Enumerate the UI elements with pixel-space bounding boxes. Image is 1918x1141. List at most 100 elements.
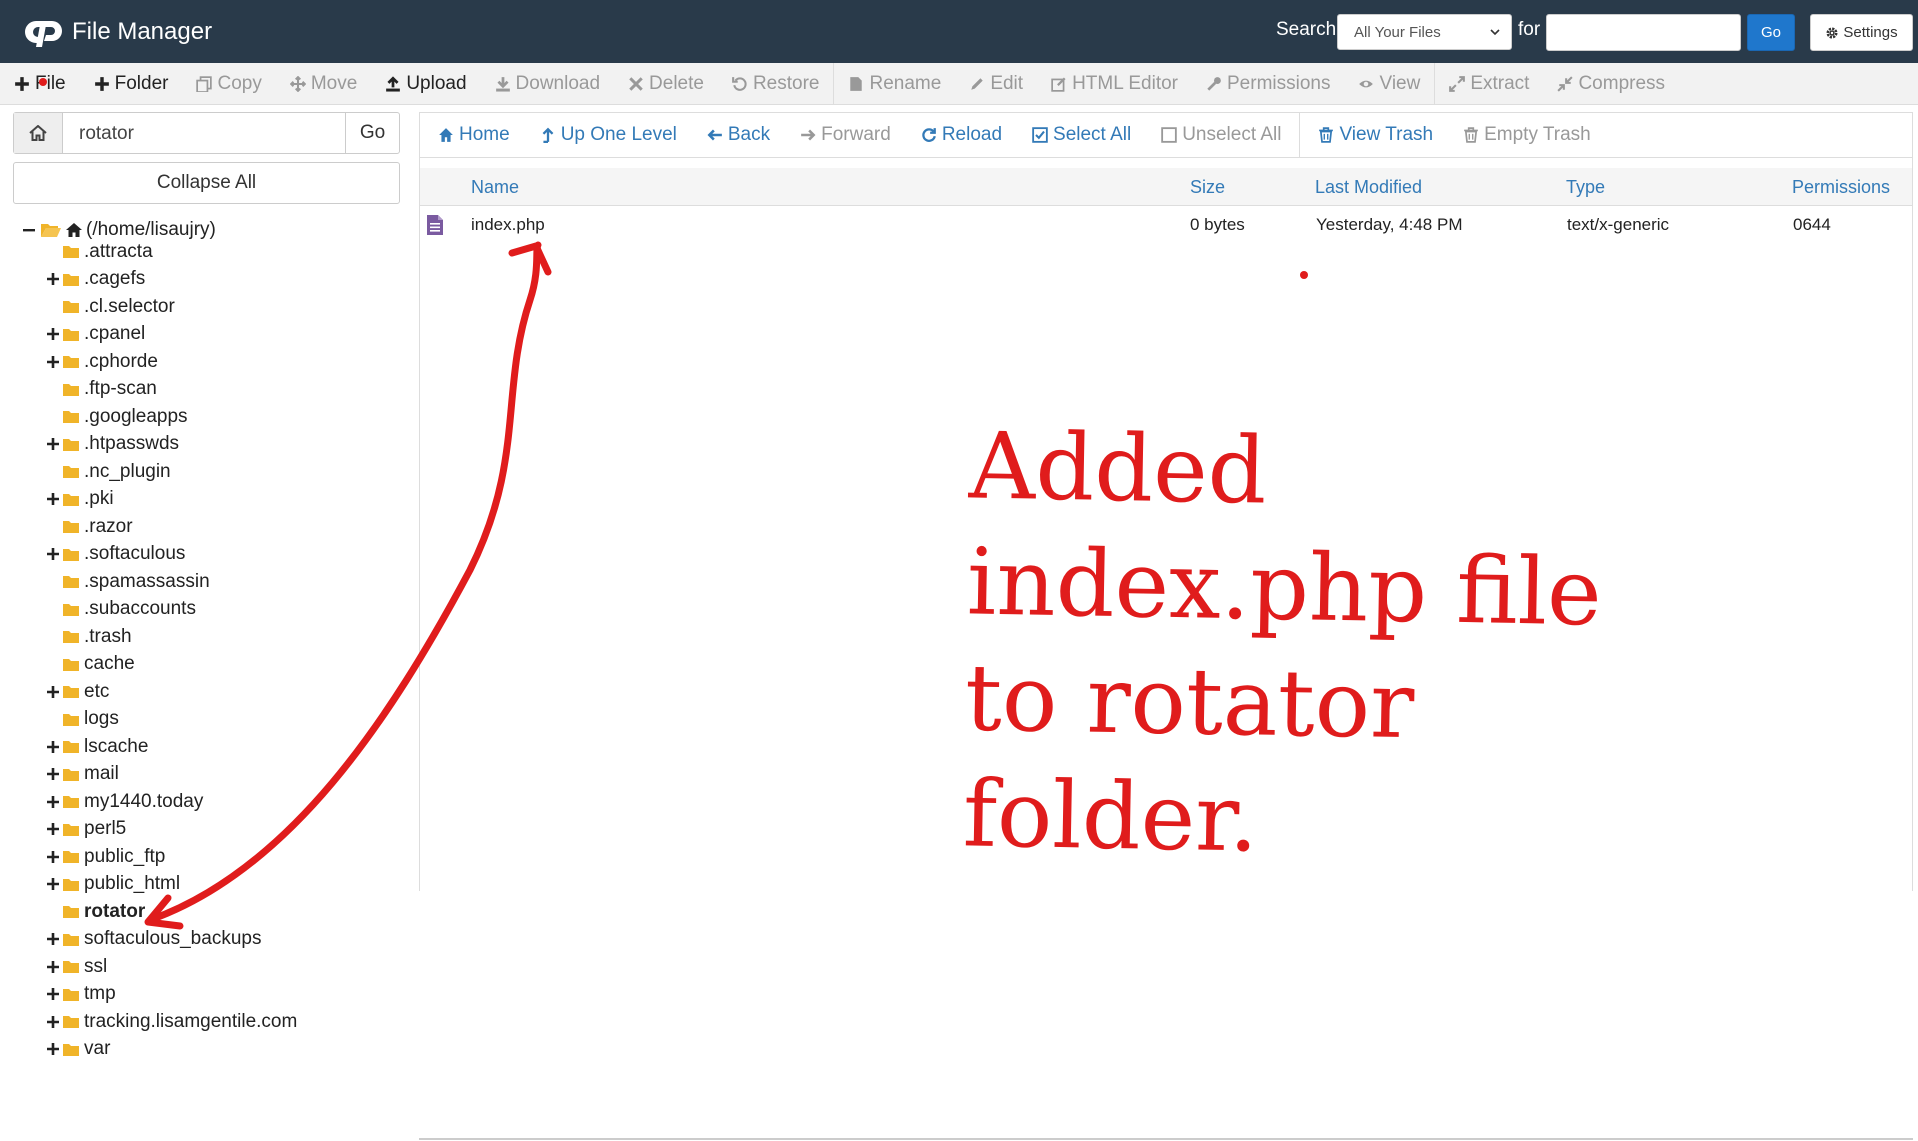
nav-view-trash-button[interactable]: View Trash: [1318, 124, 1433, 146]
tree-item-var[interactable]: var: [46, 1036, 110, 1063]
toolbar-view-button[interactable]: View: [1358, 73, 1420, 95]
expand-toggle-icon[interactable]: [46, 355, 60, 369]
nav-unselect-all-button[interactable]: Unselect All: [1161, 124, 1281, 146]
for-label: for: [1518, 19, 1541, 40]
toolbar-move-button[interactable]: Move: [289, 73, 357, 95]
tree-item-cpanel[interactable]: .cpanel: [46, 321, 145, 348]
tree-item-logs[interactable]: logs: [46, 706, 119, 733]
expand-toggle-icon[interactable]: [46, 767, 60, 781]
tree-item-pki[interactable]: .pki: [46, 486, 114, 513]
toolbar-copy-button[interactable]: Copy: [196, 73, 262, 95]
toolbar-download-button[interactable]: Download: [495, 73, 600, 95]
tree-item-spamassassin[interactable]: .spamassassin: [46, 568, 210, 595]
expand-toggle-icon[interactable]: [46, 877, 60, 891]
expand-toggle-icon[interactable]: [46, 327, 60, 341]
tree-item-etc[interactable]: etc: [46, 678, 109, 705]
tree-item-softaculous[interactable]: .softaculous: [46, 541, 185, 568]
column-header-name[interactable]: Name: [471, 177, 519, 198]
toolbar-extract-button[interactable]: Extract: [1449, 73, 1529, 95]
expand-toggle-icon[interactable]: [46, 795, 60, 809]
tree-item-attracta[interactable]: .attracta: [46, 238, 153, 265]
toolbar-folder-button[interactable]: Folder: [94, 73, 168, 95]
tree-item-public-ftp[interactable]: public_ftp: [46, 843, 165, 870]
tree-item-label: .softaculous: [84, 543, 186, 564]
toolbar-file-button[interactable]: File: [14, 73, 66, 95]
path-go-button[interactable]: Go: [345, 113, 399, 153]
expand-toggle-icon[interactable]: [46, 437, 60, 451]
expand-toggle-icon[interactable]: [46, 960, 60, 974]
column-header-size[interactable]: Size: [1190, 177, 1225, 198]
brand[interactable]: File Manager: [22, 14, 212, 50]
expand-toggle-icon[interactable]: [46, 987, 60, 1001]
tree-item-my1440-today[interactable]: my1440.today: [46, 788, 203, 815]
folder-icon: [63, 548, 79, 561]
tree-item-perl5[interactable]: perl5: [46, 816, 126, 843]
tree-item-softaculous-backups[interactable]: softaculous_backups: [46, 926, 261, 953]
tree-item-ssl[interactable]: ssl: [46, 953, 107, 980]
toolbar-restore-button[interactable]: Restore: [732, 73, 819, 95]
expand-toggle-icon[interactable]: [46, 1015, 60, 1029]
tree-item-cphorde[interactable]: .cphorde: [46, 348, 158, 375]
tree-item-tmp[interactable]: tmp: [46, 981, 116, 1008]
folder-icon: [63, 796, 79, 808]
tree-item-subaccounts[interactable]: .subaccounts: [46, 596, 196, 623]
column-header-permissions[interactable]: Permissions: [1792, 177, 1890, 198]
expand-toggle-icon[interactable]: [46, 1042, 60, 1056]
path-home-button[interactable]: [14, 113, 63, 153]
expand-toggle-icon[interactable]: [46, 272, 60, 286]
nav-reload-button[interactable]: Reload: [921, 124, 1002, 146]
toolbar-permissions-button[interactable]: Permissions: [1206, 73, 1330, 95]
folder-icon: [63, 686, 79, 698]
expand-toggle-icon[interactable]: [46, 932, 60, 946]
expand-toggle-icon[interactable]: [46, 547, 60, 561]
file-permissions-cell: 0644: [1793, 215, 1831, 234]
tree-item-cl-selector[interactable]: .cl.selector: [46, 293, 175, 320]
folder-icon: [63, 328, 79, 341]
collapse-toggle-icon[interactable]: [22, 223, 36, 237]
toolbar-upload-button[interactable]: Upload: [385, 73, 467, 95]
column-header-last-modified[interactable]: Last Modified: [1315, 177, 1422, 198]
table-row[interactable]: index.php 0 bytes Yesterday, 4:48 PM tex…: [420, 206, 1912, 244]
tree-item-googleapps[interactable]: .googleapps: [46, 403, 188, 430]
tree-item-tracking-lisamgentile-com[interactable]: tracking.lisamgentile.com: [46, 1008, 297, 1035]
settings-button[interactable]: Settings: [1810, 14, 1913, 51]
nav-select-all-button[interactable]: Select All: [1032, 124, 1131, 146]
tree-item-htpasswds[interactable]: .htpasswds: [46, 431, 179, 458]
nav-home-button[interactable]: Home: [438, 124, 510, 146]
collapse-all-button[interactable]: Collapse All: [13, 162, 400, 204]
toolbar-html-editor-button[interactable]: HTML Editor: [1051, 73, 1178, 95]
tree-item-lscache[interactable]: lscache: [46, 733, 148, 760]
toolbar-compress-button[interactable]: Compress: [1557, 73, 1665, 95]
toolbar-label: HTML Editor: [1072, 72, 1178, 94]
tree-item-cagefs[interactable]: .cagefs: [46, 266, 145, 293]
folder-icon: [63, 988, 79, 1001]
tree-item-nc-plugin[interactable]: .nc_plugin: [46, 458, 171, 485]
toolbar-delete-button[interactable]: Delete: [628, 73, 704, 95]
move-icon: [289, 75, 306, 92]
search-go-button[interactable]: Go: [1747, 14, 1795, 51]
tree-item-ftp-scan[interactable]: .ftp-scan: [46, 376, 157, 403]
tree-item-cache[interactable]: cache: [46, 651, 135, 678]
tree-item-mail[interactable]: mail: [46, 761, 119, 788]
tree-item-public-html[interactable]: public_html: [46, 871, 180, 898]
path-input[interactable]: rotator: [63, 113, 345, 153]
folder-icon: [63, 658, 79, 671]
nav-forward-button[interactable]: Forward: [800, 124, 891, 146]
expand-toggle-icon[interactable]: [46, 822, 60, 836]
expand-toggle-icon[interactable]: [46, 492, 60, 506]
expand-toggle-icon[interactable]: [46, 740, 60, 754]
search-input[interactable]: [1546, 14, 1741, 51]
toolbar-rename-button[interactable]: Rename: [848, 73, 941, 95]
toggle-spacer: [46, 575, 60, 589]
nav-up-one-level-button[interactable]: Up One Level: [540, 124, 677, 146]
tree-item-razor[interactable]: .razor: [46, 513, 133, 540]
tree-item-rotator[interactable]: rotator: [46, 898, 145, 925]
expand-toggle-icon[interactable]: [46, 850, 60, 864]
search-scope-select[interactable]: All Your Files: [1337, 14, 1512, 50]
toolbar-edit-button[interactable]: Edit: [969, 73, 1023, 95]
nav-empty-trash-button[interactable]: Empty Trash: [1463, 124, 1591, 146]
column-header-type[interactable]: Type: [1566, 177, 1605, 198]
expand-toggle-icon[interactable]: [46, 685, 60, 699]
tree-item-trash[interactable]: .trash: [46, 623, 132, 650]
nav-back-button[interactable]: Back: [707, 124, 770, 146]
